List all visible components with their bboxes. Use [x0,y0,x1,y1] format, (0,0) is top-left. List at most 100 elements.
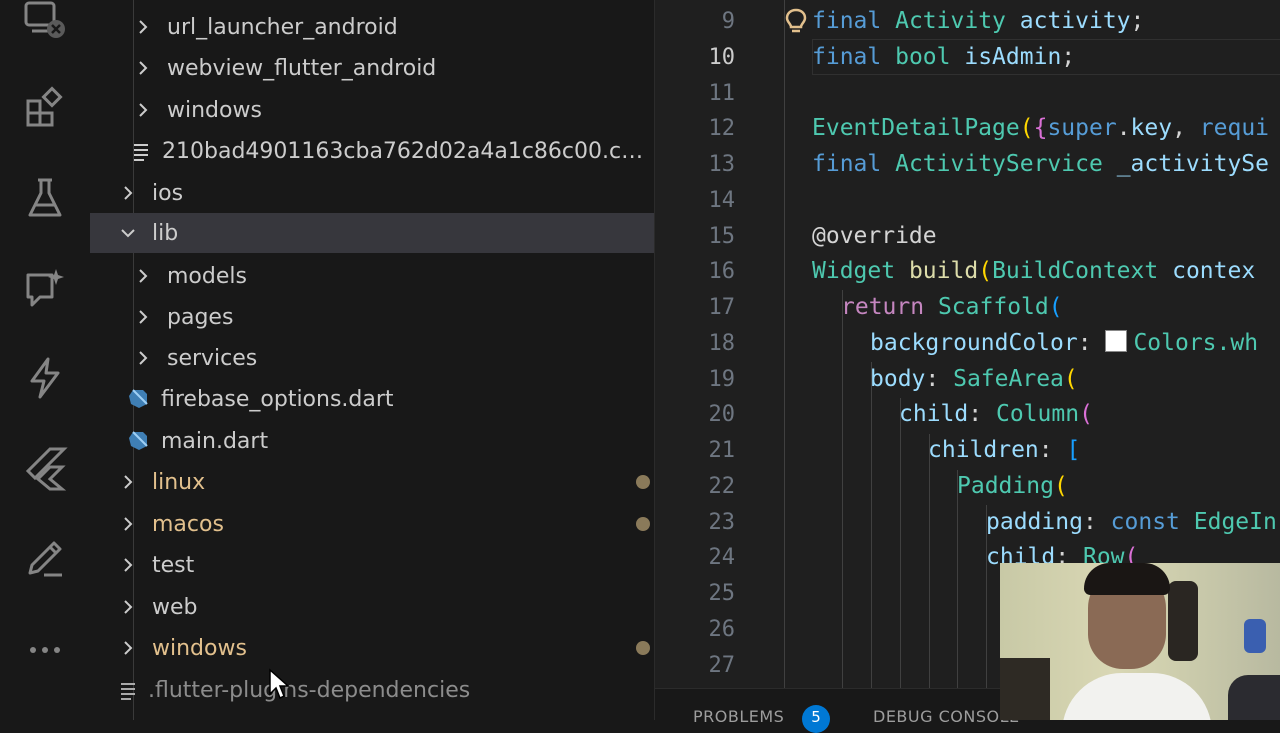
tree-item-folder[interactable]: pages [90,297,654,337]
keyword: return [841,294,925,320]
bracket: ( [1079,401,1093,427]
punct: : [1077,330,1092,356]
extensions-icon[interactable] [0,80,90,136]
tree-item-folder[interactable]: linux [90,462,654,502]
line-number: 21 [708,437,736,463]
chevron-right-icon [118,514,138,534]
code-text: return Scaffold( [841,294,1063,320]
tree-item-label: ios [152,180,184,206]
explorer-panel: url_launcher_android webview_flutter_and… [90,0,655,720]
color-swatch[interactable] [1105,330,1128,352]
code-text: @override [812,223,937,249]
code-line: 21 children: [ [655,432,1280,468]
line-number: 14 [708,187,736,213]
lightbulb-icon[interactable] [785,8,807,40]
line-number: 11 [708,80,736,106]
chevron-right-icon [133,348,153,368]
type-name: Activity [895,8,1006,34]
line-number: 15 [708,223,736,249]
dart-file-icon [127,388,149,410]
code-line: 19 body: SafeArea( [655,361,1280,397]
tab-problems[interactable]: PROBLEMS [693,707,784,726]
keyword: final [812,8,882,34]
code-text: EventDetailPage({super.key, requi [812,115,1269,141]
tree-item-label: 210bad4901163cba762d02a4a1c86c00.cach... [162,138,652,164]
tree-item-label: macos [152,511,224,537]
tree-item-folder[interactable]: windows [90,90,654,130]
punct: , [1172,115,1200,141]
code-text: final bool isAdmin; [812,44,1075,70]
chevron-right-icon [133,58,153,78]
tree-item-folder[interactable]: windows [90,628,654,668]
remote-explorer-icon[interactable] [0,0,90,50]
lightning-icon[interactable] [0,350,90,406]
punct: : [968,401,983,427]
modified-dot [636,517,650,531]
code-line: 20 child: Column( [655,396,1280,432]
tree-item-label: windows [152,635,247,661]
line-number: 12 [708,115,736,141]
keyword: super [1047,115,1117,141]
chevron-right-icon [133,266,153,286]
line-number: 16 [708,258,736,284]
punct: : [925,366,940,392]
webcam-background [1000,658,1050,720]
chat-icon[interactable] [0,260,90,316]
class-name: Colors.wh [1133,330,1259,356]
tree-item-folder[interactable]: url_launcher_android [90,7,654,47]
modified-dot [636,475,650,489]
tree-item-folder[interactable]: models [90,256,654,296]
chevron-right-icon [133,17,153,37]
code-line-current: 10 final bool isAdmin; [655,39,1280,75]
class-name: SafeArea [953,366,1064,392]
keyword: requi [1199,115,1270,141]
edit-icon[interactable] [0,530,90,586]
more-icon[interactable] [0,622,90,678]
code-line: 18 backgroundColor: Colors.wh [655,325,1280,361]
tree-item-folder[interactable]: services [90,338,654,378]
tree-item-file[interactable]: .flutter-plugins-dependencies [90,670,654,710]
tree-item-label: url_launcher_android [167,14,398,40]
tree-item-folder[interactable]: test [90,545,654,585]
constructor-name: EventDetailPage [812,115,1020,141]
tree-item-file[interactable]: main.dart [90,421,654,461]
tree-item-label: web [152,594,198,620]
line-number: 19 [708,366,736,392]
tree-item-folder[interactable]: webview_flutter_android [90,48,654,88]
type-name: ActivityService [895,151,1103,177]
keyword: final [812,151,882,177]
webcam-background [1228,675,1280,720]
tree-item-label: pages [167,304,234,330]
chevron-right-icon [118,472,138,492]
code-line: 22 Padding( [655,468,1280,504]
tree-item-file[interactable]: firebase_options.dart [90,379,654,419]
activity-bar [0,0,91,720]
bracket: ( [1048,294,1063,320]
class-name: EdgeIn [1193,509,1277,535]
tab-debug-console[interactable]: DEBUG CONSOLE [873,707,1020,726]
punct: ; [1061,44,1076,70]
line-number: 18 [708,330,736,356]
code-line: 13 final ActivityService _activitySe [655,146,1280,182]
field-name: activity [1019,8,1131,34]
webcam-background [1244,619,1266,653]
tree-item-file[interactable]: 210bad4901163cba762d02a4a1c86c00.cach... [90,131,654,171]
code-text: child: Column( [899,401,1093,427]
punct: . [1116,115,1131,141]
chevron-right-icon [118,555,138,575]
modified-dot [636,641,650,655]
tree-item-folder[interactable]: ios [90,173,654,213]
tree-item-folder[interactable]: web [90,587,654,627]
flutter-icon[interactable] [0,440,90,496]
tree-item-label: .flutter-plugins-dependencies [148,677,471,703]
testing-icon[interactable] [0,170,90,226]
code-text: Padding( [957,473,1068,499]
code-line: 16 Widget build(BuildContext contex [655,253,1280,289]
tree-item-label: models [167,263,247,289]
line-number: 10 [708,44,736,70]
property-name: body [870,366,926,392]
tree-item-folder[interactable]: macos [90,504,654,544]
file-lines-icon [131,140,153,162]
line-number: 9 [721,8,735,34]
tree-item-folder-selected[interactable]: lib [90,213,654,253]
